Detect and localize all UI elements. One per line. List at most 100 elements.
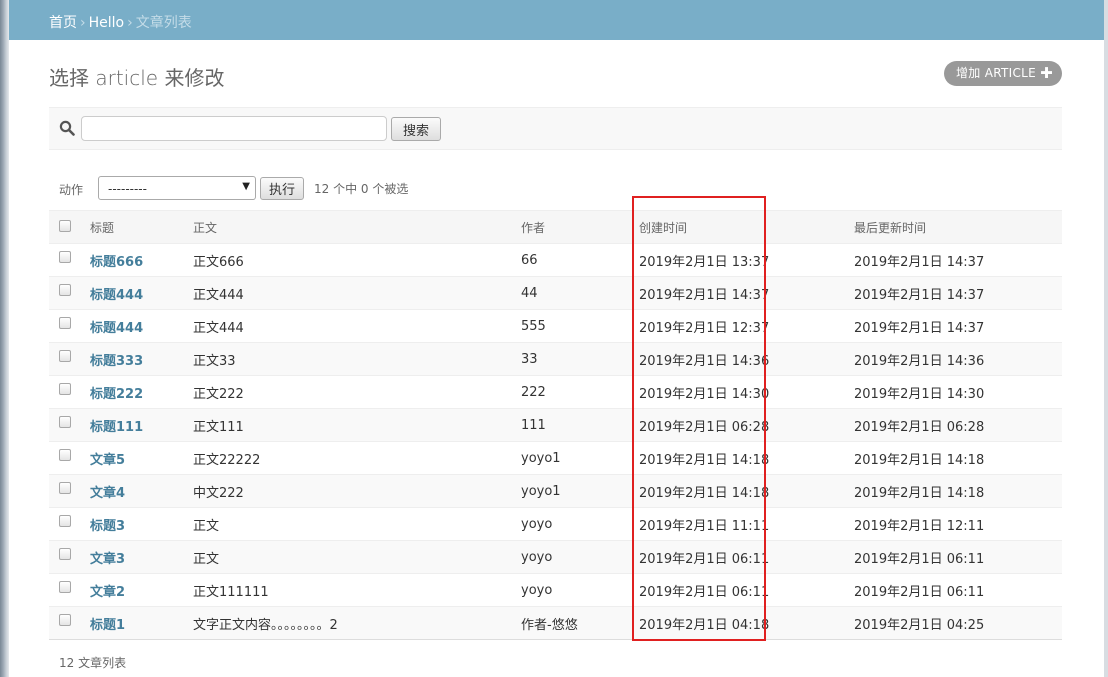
breadcrumb: 首页 › Hello › 文章列表 <box>9 0 1104 40</box>
author-cell: yoyo <box>519 573 637 607</box>
column-header-body[interactable]: 正文 <box>191 210 519 244</box>
row-checkbox-cell <box>49 276 88 310</box>
add-article-label: 增加 ARTICLE <box>955 66 1036 80</box>
breadcrumb-separator: › <box>127 15 133 31</box>
created-cell: 2019年2月1日 06:28 <box>637 408 852 442</box>
created-cell: 2019年2月1日 11:11 <box>637 507 852 541</box>
author-cell: 作者-悠悠 <box>519 606 637 640</box>
created-cell: 2019年2月1日 06:11 <box>637 540 852 574</box>
table-row: 标题444 正文444 555 2019年2月1日 12:37 2019年2月1日 14… <box>49 309 1062 343</box>
select-all-checkbox-cell <box>49 210 88 244</box>
title-link[interactable]: 标题3 <box>90 519 125 534</box>
table-row: 文章2 正文111111 yoyo 2019年2月1日 06:11 2019年2月1日 … <box>49 573 1062 607</box>
created-cell: 2019年2月1日 06:11 <box>637 573 852 607</box>
title-link[interactable]: 文章2 <box>90 585 125 600</box>
body-cell: 正文111111 <box>191 573 519 607</box>
action-select[interactable]: --------- ▼ <box>98 176 256 200</box>
title-link[interactable]: 标题111 <box>90 420 143 435</box>
title-cell: 标题1 <box>88 606 191 640</box>
row-checkbox-cell <box>49 507 88 541</box>
created-cell: 2019年2月1日 04:18 <box>637 606 852 640</box>
title-link[interactable]: 标题1 <box>90 618 125 633</box>
table-row: 文章4 中文222 yoyo1 2019年2月1日 14:18 2019年2月1日 14… <box>49 474 1062 508</box>
row-checkbox-cell <box>49 375 88 409</box>
row-checkbox[interactable] <box>59 482 71 494</box>
row-checkbox-cell <box>49 342 88 376</box>
updated-cell: 2019年2月1日 14:18 <box>852 441 1062 475</box>
author-cell: 66 <box>519 243 637 277</box>
updated-cell: 2019年2月1日 14:37 <box>852 309 1062 343</box>
title-cell: 文章3 <box>88 540 191 574</box>
author-cell: yoyo <box>519 507 637 541</box>
row-checkbox-cell <box>49 309 88 343</box>
row-checkbox[interactable] <box>59 383 71 395</box>
table-header-row: 标题 正文 作者 创建时间 最后更新时间 <box>49 210 1062 244</box>
title-link[interactable]: 标题444 <box>90 321 143 336</box>
breadcrumb-home-link[interactable]: 首页 <box>49 15 77 31</box>
updated-cell: 2019年2月1日 14:30 <box>852 375 1062 409</box>
author-cell: yoyo1 <box>519 441 637 475</box>
add-article-button[interactable]: 增加 ARTICLE ✚ <box>943 61 1062 86</box>
column-header-title[interactable]: 标题 <box>88 210 191 244</box>
body-cell: 正文666 <box>191 243 519 277</box>
title-cell: 文章5 <box>88 441 191 475</box>
body-cell: 正文444 <box>191 276 519 310</box>
title-link[interactable]: 文章3 <box>90 552 125 567</box>
title-cell: 标题333 <box>88 342 191 376</box>
actions-bar: 动作 --------- ▼ 执行 12 个中 0 个被选 <box>49 176 1062 200</box>
title-link[interactable]: 标题222 <box>90 387 143 402</box>
title-link[interactable]: 标题333 <box>90 354 143 369</box>
title-link[interactable]: 文章4 <box>90 486 125 501</box>
breadcrumb-app-link[interactable]: Hello <box>89 15 125 31</box>
title-cell: 文章2 <box>88 573 191 607</box>
table-row: 标题444 正文444 44 2019年2月1日 14:37 2019年2月1日 14:… <box>49 276 1062 310</box>
title-link[interactable]: 标题444 <box>90 288 143 303</box>
row-checkbox[interactable] <box>59 515 71 527</box>
updated-cell: 2019年2月1日 14:36 <box>852 342 1062 376</box>
search-button[interactable]: 搜索 <box>391 117 441 141</box>
breadcrumb-current: 文章列表 <box>135 15 192 31</box>
author-cell: yoyo1 <box>519 474 637 508</box>
page-title: 选择 article 来修改 <box>49 66 225 90</box>
body-cell: 中文222 <box>191 474 519 508</box>
body-cell: 文字正文内容。。。。。。。。2 <box>191 606 519 640</box>
row-checkbox[interactable] <box>59 449 71 461</box>
row-checkbox[interactable] <box>59 350 71 362</box>
chevron-down-icon: ▼ <box>242 181 250 192</box>
body-cell: 正文 <box>191 540 519 574</box>
row-checkbox[interactable] <box>59 317 71 329</box>
table-row: 标题3 正文 yoyo 2019年2月1日 11:11 2019年2月1日 12:11 <box>49 507 1062 541</box>
updated-cell: 2019年2月1日 04:25 <box>852 606 1062 640</box>
scrollbar[interactable] <box>1104 0 1108 677</box>
author-cell: 33 <box>519 342 637 376</box>
table-row: 文章5 正文22222 yoyo1 2019年2月1日 14:18 2019年2月1日 … <box>49 441 1062 475</box>
row-checkbox-cell <box>49 408 88 442</box>
select-all-checkbox[interactable] <box>59 219 71 232</box>
row-checkbox[interactable] <box>59 251 71 263</box>
breadcrumb-separator: › <box>80 15 86 31</box>
title-cell: 标题3 <box>88 507 191 541</box>
action-select-value: --------- <box>108 182 147 196</box>
updated-cell: 2019年2月1日 06:28 <box>852 408 1062 442</box>
title-cell: 标题444 <box>88 309 191 343</box>
row-checkbox[interactable] <box>59 548 71 560</box>
row-checkbox[interactable] <box>59 581 71 593</box>
column-header-updated[interactable]: 最后更新时间 <box>852 210 1062 244</box>
title-cell: 标题666 <box>88 243 191 277</box>
run-action-button[interactable]: 执行 <box>260 177 304 200</box>
created-cell: 2019年2月1日 14:18 <box>637 441 852 475</box>
row-checkbox[interactable] <box>59 614 71 626</box>
title-cell: 标题222 <box>88 375 191 409</box>
row-checkbox[interactable] <box>59 284 71 296</box>
author-cell: 111 <box>519 408 637 442</box>
body-cell: 正文 <box>191 507 519 541</box>
row-checkbox[interactable] <box>59 416 71 428</box>
title-link[interactable]: 文章5 <box>90 453 125 468</box>
actions-label: 动作 <box>59 183 84 197</box>
column-header-created[interactable]: 创建时间 <box>637 210 852 244</box>
title-link[interactable]: 标题666 <box>90 255 143 270</box>
title-cell: 标题444 <box>88 276 191 310</box>
title-cell: 文章4 <box>88 474 191 508</box>
search-input[interactable] <box>81 116 387 141</box>
column-header-author[interactable]: 作者 <box>519 210 637 244</box>
